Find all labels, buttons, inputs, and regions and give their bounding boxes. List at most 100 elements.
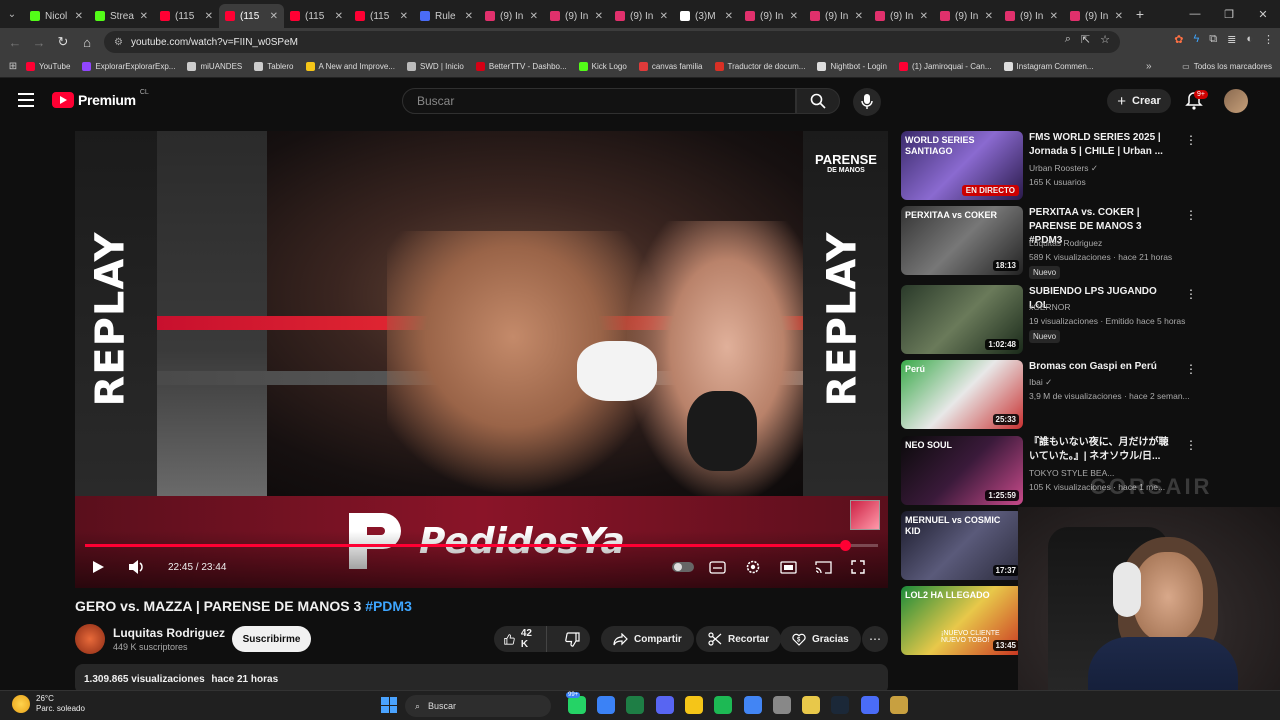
close-window-icon[interactable]: ✕ [1246,0,1280,28]
browser-tab[interactable]: (115 ✕ [154,4,219,28]
tab-close-icon[interactable]: ✕ [725,11,733,22]
taskbar-app-icon[interactable] [861,696,879,714]
browser-tab[interactable]: (9) In ✕ [999,4,1064,28]
tab-close-icon[interactable]: ✕ [530,11,538,22]
back-icon[interactable]: ← [3,28,27,56]
progress-bar[interactable] [85,540,878,551]
hamburger-menu-icon[interactable] [18,93,34,107]
browser-tab[interactable]: (9) In ✕ [804,4,869,28]
like-button[interactable]: 42 K [494,626,548,652]
minimize-icon[interactable]: — [1178,0,1212,28]
browser-tab[interactable]: Nicol ✕ [24,4,89,28]
browser-tab[interactable]: (3)M ✕ [674,4,739,28]
windows-start-icon[interactable] [381,697,397,713]
account-avatar[interactable] [1224,89,1248,113]
recommended-video[interactable]: Perú 25:33 Bromas con Gaspi en Perú Ibai ✓ 3… [901,360,1201,430]
site-info-icon[interactable]: ⚙ [114,37,123,48]
bookmark-star-icon[interactable]: ☆ [1100,33,1110,46]
tab-close-icon[interactable]: ✕ [75,11,83,22]
bookmark-item[interactable]: Traductor de docum... [714,62,805,71]
taskbar-app-icon[interactable] [685,696,703,714]
profile-icon[interactable]: ◐ [1246,33,1253,46]
browser-tab[interactable]: Strea ✕ [89,4,154,28]
browser-tab[interactable]: (115 ✕ [219,4,284,28]
extension-icon[interactable]: ϟ [1193,33,1199,46]
bookmark-item[interactable]: SWD | Inicio [406,62,464,71]
browser-tab[interactable]: (9) In ✕ [739,4,804,28]
forward-icon[interactable]: → [27,28,51,56]
url-field[interactable]: ⚙ youtube.com/watch?v=FIIN_w0SPeM ⌕ ⇱ ☆ [104,31,1120,53]
tab-close-icon[interactable]: ✕ [205,11,213,22]
bookmark-item[interactable]: Tablero [254,62,294,71]
youtube-premium-logo[interactable]: Premium CL [52,89,149,108]
search-button[interactable] [796,88,840,114]
search-input[interactable]: Buscar [402,88,796,114]
cast-button[interactable] [815,557,832,577]
share-button[interactable]: Compartir [601,626,694,652]
recommended-video[interactable]: PERXITAA vs COKER 18:13 PERXITAA vs. COKER… [901,206,1201,279]
tab-close-icon[interactable]: ✕ [1115,11,1123,22]
bookmark-item[interactable]: canvas familia [638,62,703,71]
voice-search-button[interactable] [853,88,881,116]
reading-list-icon[interactable]: ≣ [1227,33,1236,46]
bookmark-item[interactable]: A New and Improve... [305,62,395,71]
dislike-button[interactable] [553,631,592,647]
tab-close-icon[interactable]: ✕ [335,11,343,22]
subscribe-button[interactable]: Suscribirme [232,626,311,652]
tab-close-icon[interactable]: ✕ [660,11,668,22]
bookmark-item[interactable]: miUANDES [187,62,242,71]
extension-icon[interactable]: ✿ [1174,33,1183,46]
theater-mode-button[interactable] [780,557,797,577]
recommended-video[interactable]: 1:02:48 SUBIENDO LPS JUGANDO LOL xGERNOR 19… [901,285,1201,355]
browser-tab[interactable]: (9) In ✕ [1064,4,1129,28]
tab-close-icon[interactable]: ✕ [595,11,603,22]
more-options-icon[interactable]: ⋮ [1185,287,1197,301]
browser-tab[interactable]: (9) In ✕ [934,4,999,28]
video-thumbnail[interactable]: 1:02:48 [901,285,1023,354]
video-thumbnail[interactable]: PERXITAA vs COKER 18:13 [901,206,1023,275]
apps-grid-icon[interactable]: ⊞ [0,61,26,72]
browser-tab[interactable]: (9) In ✕ [869,4,934,28]
taskbar-search[interactable]: ⌕ Buscar [405,695,551,717]
bookmark-item[interactable]: Kick Logo [578,62,627,71]
tab-close-icon[interactable]: ✕ [400,11,408,22]
bookmark-item[interactable]: YouTube [26,62,70,71]
create-button[interactable]: + Crear [1107,89,1171,113]
browser-tab[interactable]: (115 ✕ [284,4,349,28]
taskbar-app-icon[interactable] [831,696,849,714]
clip-button[interactable]: Recortar [696,626,782,652]
channel-watermark[interactable] [850,500,880,530]
tab-close-icon[interactable]: ✕ [1050,11,1058,22]
fullscreen-button[interactable] [851,557,865,577]
weather-widget[interactable]: 26°C Parc. soleado [12,694,85,714]
bookmark-item[interactable]: Nightbot - Login [817,62,887,71]
hashtag-link[interactable]: #PDM3 [365,598,412,614]
play-button[interactable] [91,557,105,577]
tab-close-icon[interactable]: ✕ [140,11,148,22]
channel-avatar[interactable] [75,624,105,654]
browser-tab[interactable]: (9) In ✕ [609,4,674,28]
autoplay-toggle[interactable] [672,557,694,577]
video-thumbnail[interactable]: WORLD SERIES SANTIAGO EN DIRECTO [901,131,1023,200]
more-bookmarks-icon[interactable]: » [1146,61,1152,72]
extensions-puzzle-icon[interactable]: ⧉ [1209,33,1217,46]
video-thumbnail[interactable]: Perú 25:33 [901,360,1023,429]
bookmark-item[interactable]: Instagram Commen... [1003,62,1093,71]
recommended-video[interactable]: WORLD SERIES SANTIAGO EN DIRECTO FMS WORLD… [901,131,1201,201]
video-thumbnail[interactable]: MERNUEL vs COSMIC KID 17:37 [901,511,1023,580]
browser-menu-icon[interactable]: ⋮ [1263,33,1274,46]
browser-tab[interactable]: (115 ✕ [349,4,414,28]
taskbar-app-icon[interactable] [744,696,762,714]
browser-tab[interactable]: (9) In ✕ [479,4,544,28]
video-player[interactable]: REPLAY PARENSE DE MANOS REPLAY PedidosYa… [75,131,888,588]
taskbar-app-icon[interactable] [714,696,732,714]
maximize-icon[interactable]: ❐ [1212,0,1246,28]
subtitles-button[interactable] [709,557,726,577]
tab-close-icon[interactable]: ✕ [465,11,473,22]
taskbar-app-icon[interactable] [656,696,674,714]
tab-close-icon[interactable]: ✕ [790,11,798,22]
tab-close-icon[interactable]: ✕ [270,11,278,22]
install-app-icon[interactable]: ⇱ [1081,33,1090,46]
more-options-icon[interactable]: ⋮ [1185,133,1197,147]
reload-icon[interactable]: ↻ [51,28,75,56]
